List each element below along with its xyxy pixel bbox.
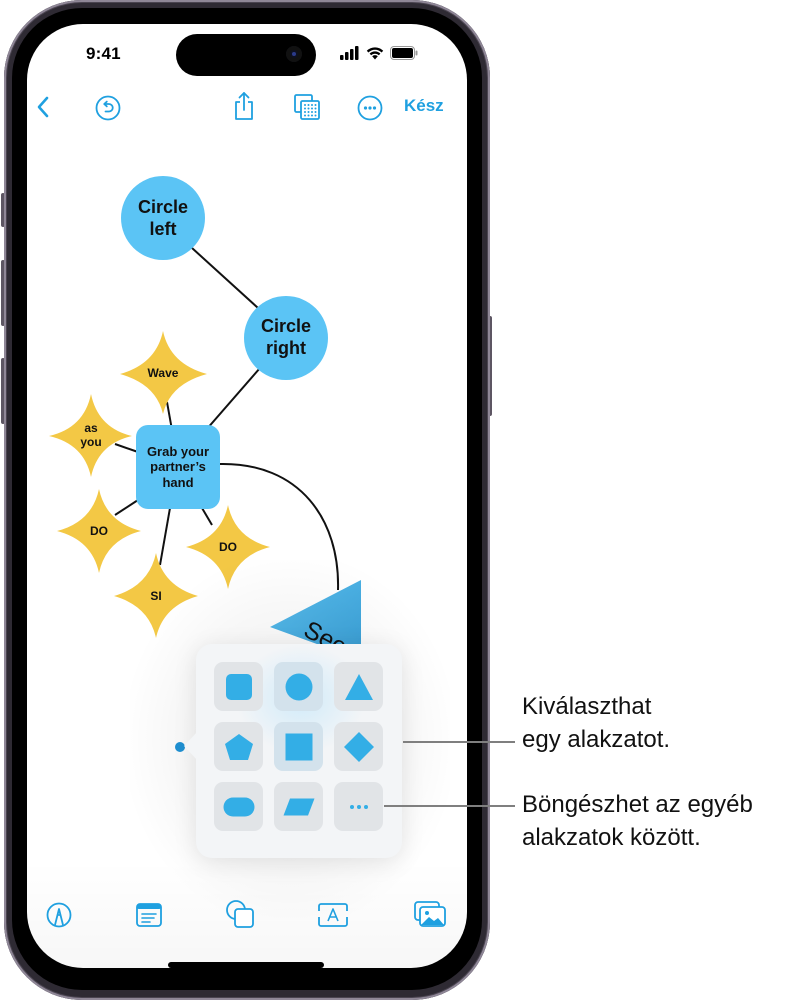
shapes-button[interactable] [224,898,256,930]
done-button[interactable]: Kész [404,96,444,116]
text-box-button[interactable] [316,900,350,930]
callout-browse-shapes: Böngészhet az egyéb alakzatok között. [522,791,753,851]
media-icon [414,901,446,927]
pill-shape-icon [223,797,254,816]
rounded-square-shape-icon [225,673,252,700]
node-doleft-label[interactable]: DO [74,522,124,540]
triangle-shape-icon [344,673,373,700]
more-shapes-button[interactable] [334,782,383,831]
node-doright-label[interactable]: DO [203,538,253,556]
shape-circle-button[interactable] [274,662,323,711]
shapes-icon [226,900,254,928]
text-box-icon [318,903,348,927]
media-button[interactable] [412,898,448,930]
grid-view-icon [294,94,320,120]
front-camera [286,46,302,62]
share-icon [235,92,253,120]
node-circle-right-label[interactable]: Circle right [244,315,328,361]
parallelogram-shape-icon [283,798,314,815]
more-circle-icon [357,95,383,121]
wifi-icon [366,47,384,60]
node-circle-left-label[interactable]: Circle left [121,196,205,242]
home-indicator [168,962,324,968]
node-wave-label[interactable]: Wave [133,364,193,382]
callout-line-select-shape [403,741,515,743]
pen-tool-button[interactable] [44,900,74,930]
shape-pentagon-button[interactable] [214,722,263,771]
circle-shape-icon [285,673,312,700]
undo-circle-icon [95,95,121,121]
shape-parallelogram-button[interactable] [274,782,323,831]
shape-pill-button[interactable] [214,782,263,831]
diamond-shape-icon [343,731,374,762]
sticky-note-button[interactable] [134,900,164,930]
chevron-left-icon [37,96,49,118]
back-button[interactable] [32,94,54,120]
node-grab-hand-label[interactable]: Grab your partner’s hand [136,438,220,496]
node-asyou-label[interactable]: as you [66,418,116,452]
pen-tool-icon [46,902,72,928]
shape-diamond-button[interactable] [334,722,383,771]
shape-picker-popover [184,644,402,858]
shape-triangle-button[interactable] [334,662,383,711]
shape-square-button[interactable] [274,722,323,771]
square-shape-icon [285,733,312,760]
battery-icon [390,46,418,60]
undo-button[interactable] [94,94,122,122]
more-button[interactable] [356,94,384,122]
view-options-button[interactable] [292,92,322,122]
status-icons [340,44,418,62]
cellular-signal-icon [340,46,359,60]
ellipsis-icon [349,804,368,809]
share-button[interactable] [230,90,258,122]
status-time: 9:41 [86,44,121,63]
sticky-note-icon [136,903,162,927]
pentagon-shape-icon [224,733,253,760]
shape-rounded-square-button[interactable] [214,662,263,711]
callout-line-browse-shapes [384,805,515,807]
callout-select-shape: Kiválaszthat egy alakzatot. [522,693,671,753]
